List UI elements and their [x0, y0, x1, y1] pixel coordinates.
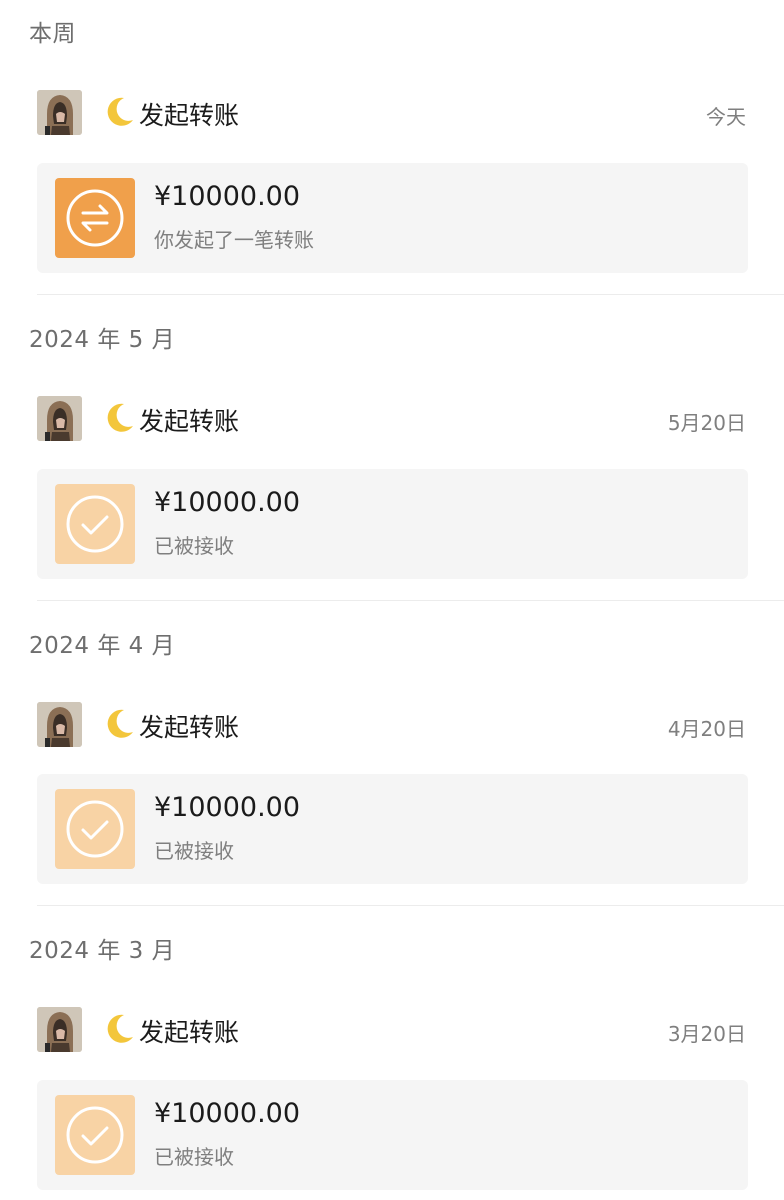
checkmark-circle-icon	[55, 789, 135, 869]
avatar[interactable]	[37, 702, 82, 747]
crescent-moon-icon	[102, 1012, 136, 1046]
transfer-history-page: 本周 发起转账 今天 ¥10000.00 你发起了一笔转账 2024 年 5 月…	[0, 0, 784, 1200]
entry-date: 4月20日	[667, 717, 746, 741]
transfer-card[interactable]: ¥10000.00 已被接收	[37, 774, 748, 884]
transfer-entry-row[interactable]: 发起转账 3月20日	[0, 999, 784, 1059]
entry-title: 发起转账	[139, 407, 240, 436]
entry-title: 发起转账	[139, 713, 240, 742]
transfer-entry-row[interactable]: 发起转账 4月20日	[0, 694, 784, 754]
section-header-2024-03: 2024 年 3 月	[29, 938, 176, 964]
transfer-status: 已被接收	[154, 1145, 234, 1169]
crescent-moon-icon	[102, 401, 136, 435]
transfer-amount: ¥10000.00	[154, 181, 301, 212]
transfer-card[interactable]: ¥10000.00 已被接收	[37, 1080, 748, 1190]
transfer-entry-row[interactable]: 发起转账 今天	[0, 82, 784, 142]
divider	[37, 905, 784, 906]
crescent-moon-icon	[102, 95, 136, 129]
avatar[interactable]	[37, 90, 82, 135]
transfer-amount: ¥10000.00	[154, 487, 301, 518]
transfer-entry-row[interactable]: 发起转账 5月20日	[0, 388, 784, 448]
entry-date: 5月20日	[667, 411, 746, 435]
transfer-amount: ¥10000.00	[154, 1098, 301, 1129]
transfer-amount: ¥10000.00	[154, 792, 301, 823]
entry-date: 今天	[706, 105, 746, 129]
transfer-arrows-icon	[55, 178, 135, 258]
transfer-status: 已被接收	[154, 534, 234, 558]
section-header-2024-05: 2024 年 5 月	[29, 327, 176, 353]
crescent-moon-icon	[102, 707, 136, 741]
avatar[interactable]	[37, 396, 82, 441]
checkmark-circle-icon	[55, 1095, 135, 1175]
transfer-card[interactable]: ¥10000.00 已被接收	[37, 469, 748, 579]
transfer-status: 已被接收	[154, 839, 234, 863]
divider	[37, 294, 784, 295]
avatar[interactable]	[37, 1007, 82, 1052]
transfer-card[interactable]: ¥10000.00 你发起了一笔转账	[37, 163, 748, 273]
checkmark-circle-icon	[55, 484, 135, 564]
entry-title: 发起转账	[139, 1018, 240, 1047]
section-header-2024-04: 2024 年 4 月	[29, 633, 176, 659]
entry-date: 3月20日	[667, 1022, 746, 1046]
transfer-status: 你发起了一笔转账	[154, 228, 314, 252]
section-header-this-week: 本周	[29, 21, 76, 47]
divider	[37, 600, 784, 601]
entry-title: 发起转账	[139, 101, 240, 130]
